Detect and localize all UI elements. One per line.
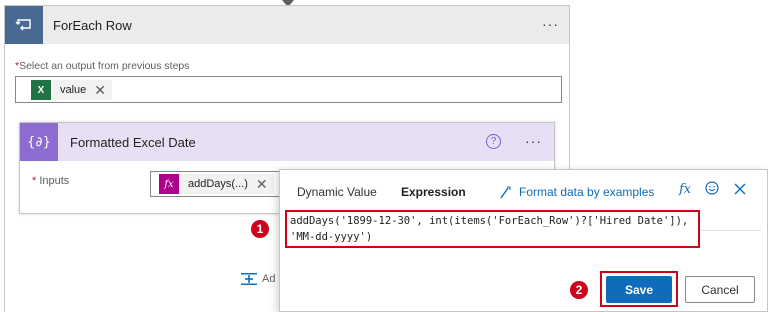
help-icon[interactable]: ? bbox=[486, 134, 501, 149]
tab-dynamic-value[interactable]: Dynamic Value bbox=[297, 185, 377, 199]
compose-header[interactable]: {∂} Formatted Excel Date ? ··· bbox=[20, 123, 554, 161]
excel-icon: X bbox=[31, 80, 51, 100]
foreach-title: ForEach Row bbox=[53, 18, 132, 33]
fx-icon[interactable]: fx bbox=[679, 182, 691, 197]
smiley-icon[interactable] bbox=[705, 181, 719, 198]
expression-text: addDays('1899-12-30', int(items('ForEach… bbox=[290, 215, 689, 243]
editor-divider bbox=[701, 230, 761, 231]
dynamic-content-popup: Dynamic Value Expression Format data by … bbox=[279, 169, 768, 312]
add-action-icon bbox=[241, 273, 257, 285]
inputs-field[interactable]: fx addDays(...) ✕ bbox=[150, 171, 286, 197]
remove-token-icon[interactable]: ✕ bbox=[256, 176, 268, 193]
format-data-by-examples-link[interactable]: Format data by examples bbox=[499, 185, 654, 199]
foreach-more-menu[interactable]: ··· bbox=[542, 16, 559, 32]
tab-expression[interactable]: Expression bbox=[401, 185, 466, 199]
expression-editor[interactable]: addDays('1899-12-30', int(items('ForEach… bbox=[285, 210, 700, 248]
compose-icon: {∂} bbox=[20, 123, 58, 161]
format-data-by-examples-label: Format data by examples bbox=[519, 185, 655, 199]
save-button[interactable]: Save bbox=[606, 276, 672, 303]
foreach-header[interactable]: ForEach Row ··· bbox=[5, 6, 569, 44]
format-wand-icon bbox=[500, 185, 511, 198]
inputs-label: * Inputs bbox=[32, 175, 69, 187]
compose-title: Formatted Excel Date bbox=[70, 135, 196, 150]
add-action-label: Ad bbox=[262, 273, 276, 285]
compose-more-menu[interactable]: ··· bbox=[525, 133, 542, 149]
fx-icon: fx bbox=[159, 174, 179, 194]
step-badge-2: 2 bbox=[570, 281, 588, 299]
inputs-label-text: Inputs bbox=[39, 175, 70, 187]
value-token[interactable]: X value ✕ bbox=[31, 80, 113, 100]
adddays-token-label: addDays(...) bbox=[188, 178, 248, 190]
step-badge-1: 1 bbox=[251, 220, 269, 238]
select-output-label-text: Select an output from previous steps bbox=[19, 60, 190, 72]
adddays-token[interactable]: fx addDays(...) ✕ bbox=[159, 174, 274, 194]
loop-icon bbox=[5, 6, 43, 44]
select-output-field[interactable]: X value ✕ bbox=[15, 76, 562, 103]
close-icon[interactable] bbox=[734, 182, 746, 198]
add-action[interactable]: Ad bbox=[240, 272, 275, 286]
cancel-button[interactable]: Cancel bbox=[685, 276, 755, 303]
select-output-label: *Select an output from previous steps bbox=[15, 60, 190, 72]
required-mark: * bbox=[32, 175, 37, 187]
remove-token-icon[interactable]: ✕ bbox=[94, 82, 106, 99]
value-token-label: value bbox=[60, 84, 87, 96]
